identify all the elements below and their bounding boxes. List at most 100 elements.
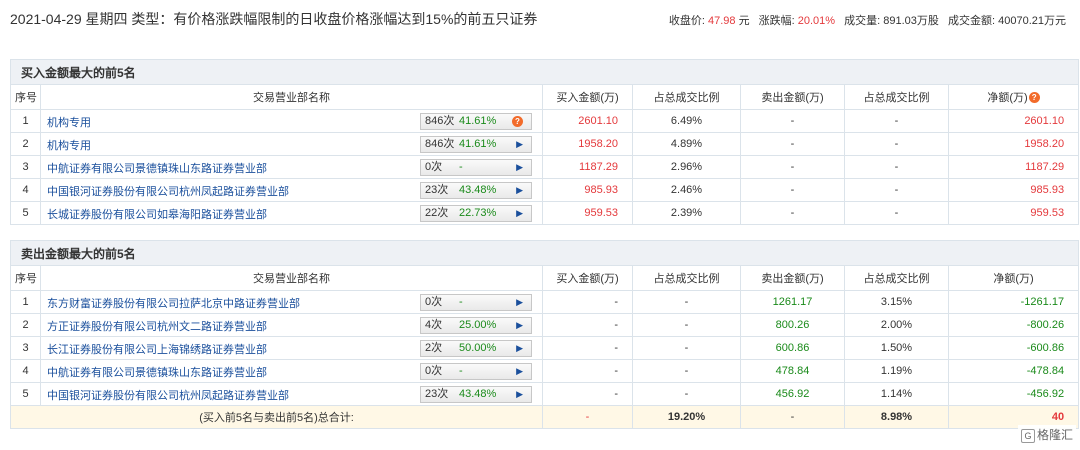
play-arrow-icon: ▶ — [516, 389, 523, 399]
sell-amount: 456.92 — [740, 382, 845, 406]
total-label: (买入前5名与卖出前5名)总合计: — [10, 405, 543, 429]
sell-amount: 478.84 — [740, 359, 845, 383]
row-index: 3 — [10, 336, 41, 360]
broker-link[interactable]: 中国银河证券股份有限公司杭州凤起路证券营业部 — [47, 387, 289, 403]
page-title: 2021-04-29 星期四 类型：有价格涨跌幅限制的日收盘价格涨幅达到15%的… — [10, 11, 538, 27]
help-icon[interactable]: ? — [1028, 92, 1040, 103]
sell-table: 卖出金额最大的前5名 序号 交易营业部名称 买入金额(万) 占总成交比例 卖出金… — [9, 240, 1080, 429]
buy-amount: - — [542, 359, 633, 383]
broker-cell: 机构专用 846次 41.61%? — [40, 109, 543, 133]
sell-ratio: - — [844, 155, 949, 179]
col-sell-ratio: 占总成交比例 — [844, 84, 949, 110]
col-broker: 交易营业部名称 — [40, 265, 543, 291]
sell-amount: 600.86 — [740, 336, 845, 360]
broker-link[interactable]: 中国银河证券股份有限公司杭州凤起路证券营业部 — [47, 183, 289, 199]
sell-row: 2 方正证券股份有限公司杭州文二路证券营业部 4次 25.00% ▶ - -800.26 2.… — [10, 313, 1080, 337]
row-index: 5 — [10, 201, 41, 225]
sell-amount: - — [740, 155, 845, 179]
broker-link[interactable]: 东方财富证券股份有限公司拉萨北京中路证券营业部 — [47, 295, 300, 311]
net-amount: 1958.20 — [947, 132, 1080, 156]
col-net-label: 净额(万) — [987, 92, 1028, 104]
win-rate: 43.48% — [459, 184, 497, 196]
col-buy-amount: 买入金额(万) — [542, 84, 633, 110]
col-idx: 序号 — [10, 265, 41, 291]
play-arrow-icon: ▶ — [516, 297, 523, 307]
win-rate: - — [459, 161, 463, 173]
buy-ratio: 2.39% — [632, 201, 741, 225]
win-rate: 43.48% — [459, 388, 497, 400]
broker-link[interactable]: 方正证券股份有限公司杭州文二路证券营业部 — [47, 318, 267, 334]
win-rate: - — [459, 365, 463, 377]
brand-logo-icon: G — [1020, 429, 1035, 443]
broker-link[interactable]: 长江证券股份有限公司上海锦绣路证券营业部 — [47, 341, 267, 357]
row-index: 4 — [10, 178, 41, 202]
close-value: 47.98 — [707, 15, 736, 27]
col-broker: 交易营业部名称 — [40, 84, 543, 110]
listing-count: 23次 — [425, 388, 449, 400]
col-sell-amount: 卖出金额(万) — [740, 84, 845, 110]
sell-ratio: 2.00% — [844, 313, 949, 337]
buy-row: 5 长城证券股份有限公司如皋海阳路证券营业部 22次 22.73% ▶ 959.53 2.3… — [10, 201, 1080, 225]
col-idx: 序号 — [10, 84, 41, 110]
change-label: 涨跌幅: — [758, 15, 795, 27]
buy-amount: - — [542, 382, 633, 406]
total-sell-ratio: 8.98% — [844, 405, 949, 429]
col-net: 净额(万) — [947, 265, 1080, 291]
buy-ratio: 2.96% — [632, 155, 741, 179]
buy-row: 1 机构专用 846次 41.61%? 2601.10 6.49% - -2601.10 — [10, 109, 1080, 133]
buy-row: 3 中航证券有限公司景德镇珠山东路证券营业部 0次 - ▶ 1187.29 2.96% - -1… — [10, 155, 1080, 179]
broker-stats-button[interactable]: 0次 - ▶ — [420, 363, 532, 380]
col-sell-amount: 卖出金额(万) — [740, 265, 845, 291]
broker-stats-button[interactable]: 23次 43.48% ▶ — [420, 386, 532, 403]
header: 2021-04-29 星期四 类型：有价格涨跌幅限制的日收盘价格涨幅达到15%的… — [0, 0, 1080, 56]
net-amount: 985.93 — [947, 178, 1080, 202]
help-icon[interactable]: ? — [512, 116, 523, 127]
buy-ratio: - — [632, 336, 741, 360]
play-arrow-icon: ▶ — [516, 343, 523, 353]
net-amount: -800.26 — [947, 313, 1080, 337]
sell-amount: 1261.17 — [740, 290, 845, 314]
change-value: 20.01% — [797, 15, 836, 27]
buy-ratio: - — [632, 290, 741, 314]
broker-link[interactable]: 长城证券股份有限公司如皋海阳路证券营业部 — [47, 206, 267, 222]
broker-cell: 中航证券有限公司景德镇珠山东路证券营业部 0次 - ▶ — [40, 155, 543, 179]
buy-amount: 2601.10 — [542, 109, 633, 133]
play-arrow-icon: ▶ — [516, 185, 523, 195]
broker-stats-button[interactable]: 2次 50.00% ▶ — [420, 340, 532, 357]
sell-row: 3 长江证券股份有限公司上海锦绣路证券营业部 2次 50.00% ▶ - -600.86 1.… — [10, 336, 1080, 360]
net-amount: 1187.29 — [947, 155, 1080, 179]
total-row: (买入前5名与卖出前5名)总合计: - 19.20% - 8.98% 40 — [10, 405, 1080, 429]
sell-ratio: - — [844, 132, 949, 156]
sell-row: 1 东方财富证券股份有限公司拉萨北京中路证券营业部 0次 - ▶ - -1261.17 3.1… — [10, 290, 1080, 314]
broker-stats-button[interactable]: 846次 41.61% ▶ — [420, 136, 532, 153]
stock-stats: 收盘价: 47.98 元 涨跌幅: 20.01% 成交量: 891.03万股 成… — [669, 12, 1066, 28]
listing-count: 0次 — [425, 365, 443, 377]
brand-name: 格隆汇 — [1036, 428, 1073, 442]
brand-watermark: G 格隆汇 — [1017, 425, 1076, 444]
volume-label: 成交量: — [844, 15, 881, 27]
broker-stats-button[interactable]: 846次 41.61%? — [420, 113, 532, 130]
sell-amount: 800.26 — [740, 313, 845, 337]
broker-link[interactable]: 机构专用 — [47, 114, 91, 130]
buy-amount: 959.53 — [542, 201, 633, 225]
win-rate: - — [459, 296, 463, 308]
amount-label: 成交金额: — [947, 15, 996, 27]
broker-stats-button[interactable]: 4次 25.00% ▶ — [420, 317, 532, 334]
volume-value: 891.03万股 — [883, 15, 939, 27]
play-arrow-icon: ▶ — [516, 320, 523, 330]
broker-link[interactable]: 中航证券有限公司景德镇珠山东路证券营业部 — [47, 364, 267, 380]
broker-stats-button[interactable]: 0次 - ▶ — [420, 294, 532, 311]
row-index: 5 — [10, 382, 41, 406]
sell-amount: - — [740, 109, 845, 133]
broker-link[interactable]: 中航证券有限公司景德镇珠山东路证券营业部 — [47, 160, 267, 176]
listing-count: 22次 — [425, 207, 449, 219]
sell-column-headers: 序号 交易营业部名称 买入金额(万) 占总成交比例 卖出金额(万) 占总成交比例… — [10, 265, 1080, 291]
col-buy-amount: 买入金额(万) — [542, 265, 633, 291]
broker-stats-button[interactable]: 0次 - ▶ — [420, 159, 532, 176]
listing-count: 846次 — [425, 138, 455, 150]
broker-stats-button[interactable]: 22次 22.73% ▶ — [420, 205, 532, 222]
buy-table: 买入金额最大的前5名 序号 交易营业部名称 买入金额(万) 占总成交比例 卖出金… — [9, 59, 1080, 225]
broker-stats-button[interactable]: 23次 43.48% ▶ — [420, 182, 532, 199]
listing-count: 2次 — [425, 342, 443, 354]
broker-link[interactable]: 机构专用 — [47, 137, 91, 153]
